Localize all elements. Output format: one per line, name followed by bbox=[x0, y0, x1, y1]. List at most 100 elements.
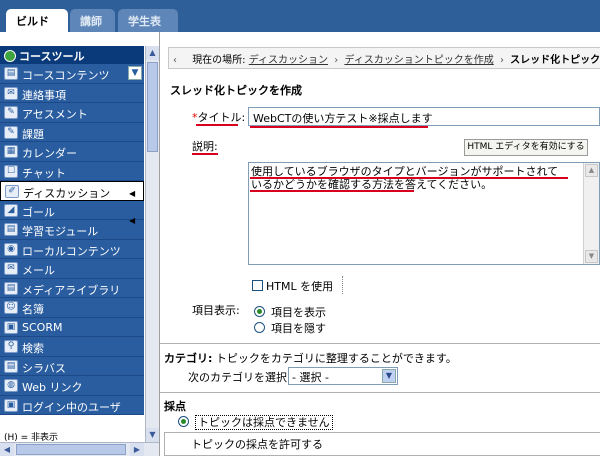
announcement-icon: ✉ bbox=[4, 86, 18, 100]
category-select-value: - 選択 - bbox=[292, 371, 329, 384]
sidebar-item[interactable]: ◢ ゴール bbox=[0, 200, 144, 220]
chevron-down-icon[interactable]: ▼ bbox=[382, 369, 396, 383]
title-label-text: タイトル: bbox=[197, 111, 246, 124]
sidebar-item-label: 名簿 bbox=[22, 303, 44, 316]
media-library-icon: ▤ bbox=[4, 281, 18, 295]
sidebar-horizontal-scrollbar[interactable]: ◀ ▶ bbox=[0, 442, 159, 456]
local-content-icon: ◉ bbox=[4, 242, 18, 256]
radio-show-item[interactable]: 項目を表示 bbox=[254, 304, 326, 320]
sidebar-item-label: ログイン中のユーザ bbox=[22, 400, 121, 414]
sidebar-menu: ▤ コースコンテンツ ▼ ✉ 連絡事項 ✎ アセスメント ✎ 課題 ▦ カレンダー ☐ チャット ✐ ディス… bbox=[0, 64, 144, 415]
sidebar-item[interactable]: ▣ ログイン中のユーザ bbox=[0, 395, 144, 415]
collapse-icon[interactable] bbox=[4, 50, 16, 62]
radio-icon[interactable] bbox=[254, 322, 265, 333]
collapse-arrow-icon[interactable]: ◀ bbox=[129, 216, 135, 225]
sidebar-item[interactable]: ✉ メール bbox=[0, 259, 144, 279]
enable-html-editor-button[interactable]: HTML エディタを有効にする bbox=[464, 139, 588, 156]
breadcrumb-prefix: 現在の場所: bbox=[192, 55, 246, 66]
tab-instructor[interactable]: 講師 bbox=[70, 9, 115, 32]
sidebar-item[interactable]: ✐ ディスカッション bbox=[0, 181, 144, 201]
scroll-thumb[interactable] bbox=[147, 62, 158, 152]
sidebar-item[interactable]: ▣ SCORM bbox=[0, 317, 144, 337]
annotation-underline bbox=[250, 177, 568, 179]
title-input[interactable]: WebCTの使い方テスト※採点します bbox=[248, 107, 600, 126]
breadcrumb-separator-icon: › bbox=[499, 55, 504, 66]
textarea-scrollbar[interactable]: ▲ ▼ bbox=[583, 163, 599, 264]
scroll-thumb-horizontal[interactable] bbox=[16, 444, 126, 455]
use-html-checkbox[interactable]: HTML を使用 bbox=[252, 278, 333, 294]
sidebar-item-label: 検索 bbox=[22, 342, 44, 355]
sidebar-item[interactable]: ▦ カレンダー bbox=[0, 142, 144, 162]
description-label: 説明: bbox=[192, 140, 218, 153]
scroll-down-icon[interactable]: ▼ bbox=[585, 250, 598, 263]
sidebar-item[interactable]: ☺ 名簿 bbox=[0, 298, 144, 318]
sidebar-item[interactable]: ✉ 連絡事項 bbox=[0, 83, 144, 103]
radio-hide-item[interactable]: 項目を隠す bbox=[254, 320, 326, 336]
sidebar-item[interactable]: ⚲ 検索 bbox=[0, 337, 144, 357]
sidebar-item-label: シラバス bbox=[22, 361, 66, 375]
sidebar-item[interactable]: ▤ コースコンテンツ ▼ bbox=[0, 64, 144, 84]
annotation-underline bbox=[250, 126, 428, 128]
tab-build[interactable]: ビルド bbox=[6, 9, 68, 32]
scroll-up-icon[interactable]: ▲ bbox=[146, 46, 159, 60]
scroll-left-icon[interactable]: ◀ bbox=[0, 443, 14, 456]
sidebar-item[interactable]: ☐ チャット bbox=[0, 161, 144, 181]
web-link-icon: ◍ bbox=[4, 379, 18, 392]
sidebar-item-label: SCORM bbox=[22, 320, 63, 334]
breadcrumb-link-discussion[interactable]: ディスカッション bbox=[249, 55, 328, 66]
page-title: スレッド化トピックを作成 bbox=[170, 84, 302, 97]
category-heading: カテゴリ: bbox=[164, 352, 213, 365]
roster-icon: ☺ bbox=[4, 301, 18, 314]
sidebar-item-label: アセスメント bbox=[22, 108, 88, 121]
category-select[interactable]: - 選択 - ▼ bbox=[288, 367, 398, 385]
calendar-icon: ▦ bbox=[4, 145, 18, 158]
radio-selected-icon[interactable] bbox=[178, 416, 189, 427]
sidebar-item[interactable]: ◉ ローカルコンテンツ bbox=[0, 239, 144, 259]
breadcrumb-current: スレッド化トピックを作 bbox=[510, 55, 600, 66]
main-content: ‹ 現在の場所: ディスカッション › ディスカッショントピックを作成 › スレ… bbox=[160, 32, 600, 456]
radio-hide-label: 項目を隠す bbox=[271, 322, 326, 335]
sidebar-item-label: ディスカッション bbox=[23, 187, 111, 200]
sidebar-item[interactable]: ▤ メディアライブラリ bbox=[0, 278, 144, 298]
allow-grading-option[interactable]: トピックの採点を許可する bbox=[164, 432, 600, 456]
annotation-underline bbox=[250, 190, 414, 192]
breadcrumb-separator-icon: › bbox=[334, 55, 339, 66]
tab-student-view[interactable]: 学生表示 bbox=[118, 9, 178, 44]
scroll-right-icon[interactable]: ▶ bbox=[130, 443, 144, 456]
sidebar-item[interactable]: ▤ 学習モジュール bbox=[0, 220, 144, 240]
sidebar-header[interactable]: コースツール bbox=[0, 46, 144, 64]
chevron-down-icon[interactable]: ▼ bbox=[128, 66, 142, 80]
radio-show-label: 項目を表示 bbox=[271, 306, 326, 319]
sidebar-item-label: ローカルコンテンツ bbox=[22, 244, 121, 258]
sidebar-item-label: 学習モジュール bbox=[22, 225, 99, 238]
scroll-down-icon[interactable]: ▼ bbox=[146, 428, 159, 442]
scroll-up-icon[interactable]: ▲ bbox=[585, 164, 598, 177]
divider bbox=[160, 343, 600, 344]
course-tools-sidebar: コースツール ▤ コースコンテンツ ▼ ✉ 連絡事項 ✎ アセスメント ✎ 課題 ▦ カレンダー ☐ チ… bbox=[0, 32, 160, 456]
sidebar-item[interactable]: ✎ 課題 bbox=[0, 122, 144, 142]
divider bbox=[342, 276, 343, 294]
sidebar-vertical-scrollbar[interactable]: ▲ ▼ bbox=[145, 46, 159, 442]
sidebar-item[interactable]: ✎ アセスメント bbox=[0, 103, 144, 123]
learning-module-icon: ▤ bbox=[4, 223, 18, 236]
radio-not-gradable[interactable]: トピックは採点できません bbox=[178, 414, 333, 430]
chat-icon: ☐ bbox=[4, 164, 18, 178]
divider bbox=[160, 392, 600, 393]
collapse-arrow-icon[interactable]: ◀ bbox=[129, 189, 135, 198]
sidebar-item[interactable]: ◍ Web リンク bbox=[0, 376, 144, 396]
back-arrow-icon[interactable]: ‹ bbox=[173, 55, 189, 66]
title-label: *タイトル: bbox=[192, 109, 245, 125]
goal-icon: ◢ bbox=[4, 203, 18, 217]
checkbox-icon[interactable] bbox=[252, 280, 263, 291]
radio-not-gradable-label: トピックは採点できません bbox=[195, 415, 333, 430]
syllabus-icon: ▤ bbox=[4, 359, 18, 373]
display-label: 項目表示: bbox=[192, 304, 240, 317]
sidebar-item[interactable]: ▤ シラバス bbox=[0, 356, 144, 376]
assignment-icon: ✎ bbox=[4, 125, 18, 139]
hidden-legend: (H) = 非表示 bbox=[4, 433, 59, 443]
category-description: カテゴリ: トピックをカテゴリに整理することができます。 bbox=[164, 350, 457, 366]
radio-selected-icon[interactable] bbox=[254, 306, 265, 317]
breadcrumb-link-create-topic[interactable]: ディスカッショントピックを作成 bbox=[344, 55, 493, 66]
search-icon: ⚲ bbox=[4, 340, 18, 353]
category-desc-text: トピックをカテゴリに整理することができます。 bbox=[212, 352, 457, 365]
